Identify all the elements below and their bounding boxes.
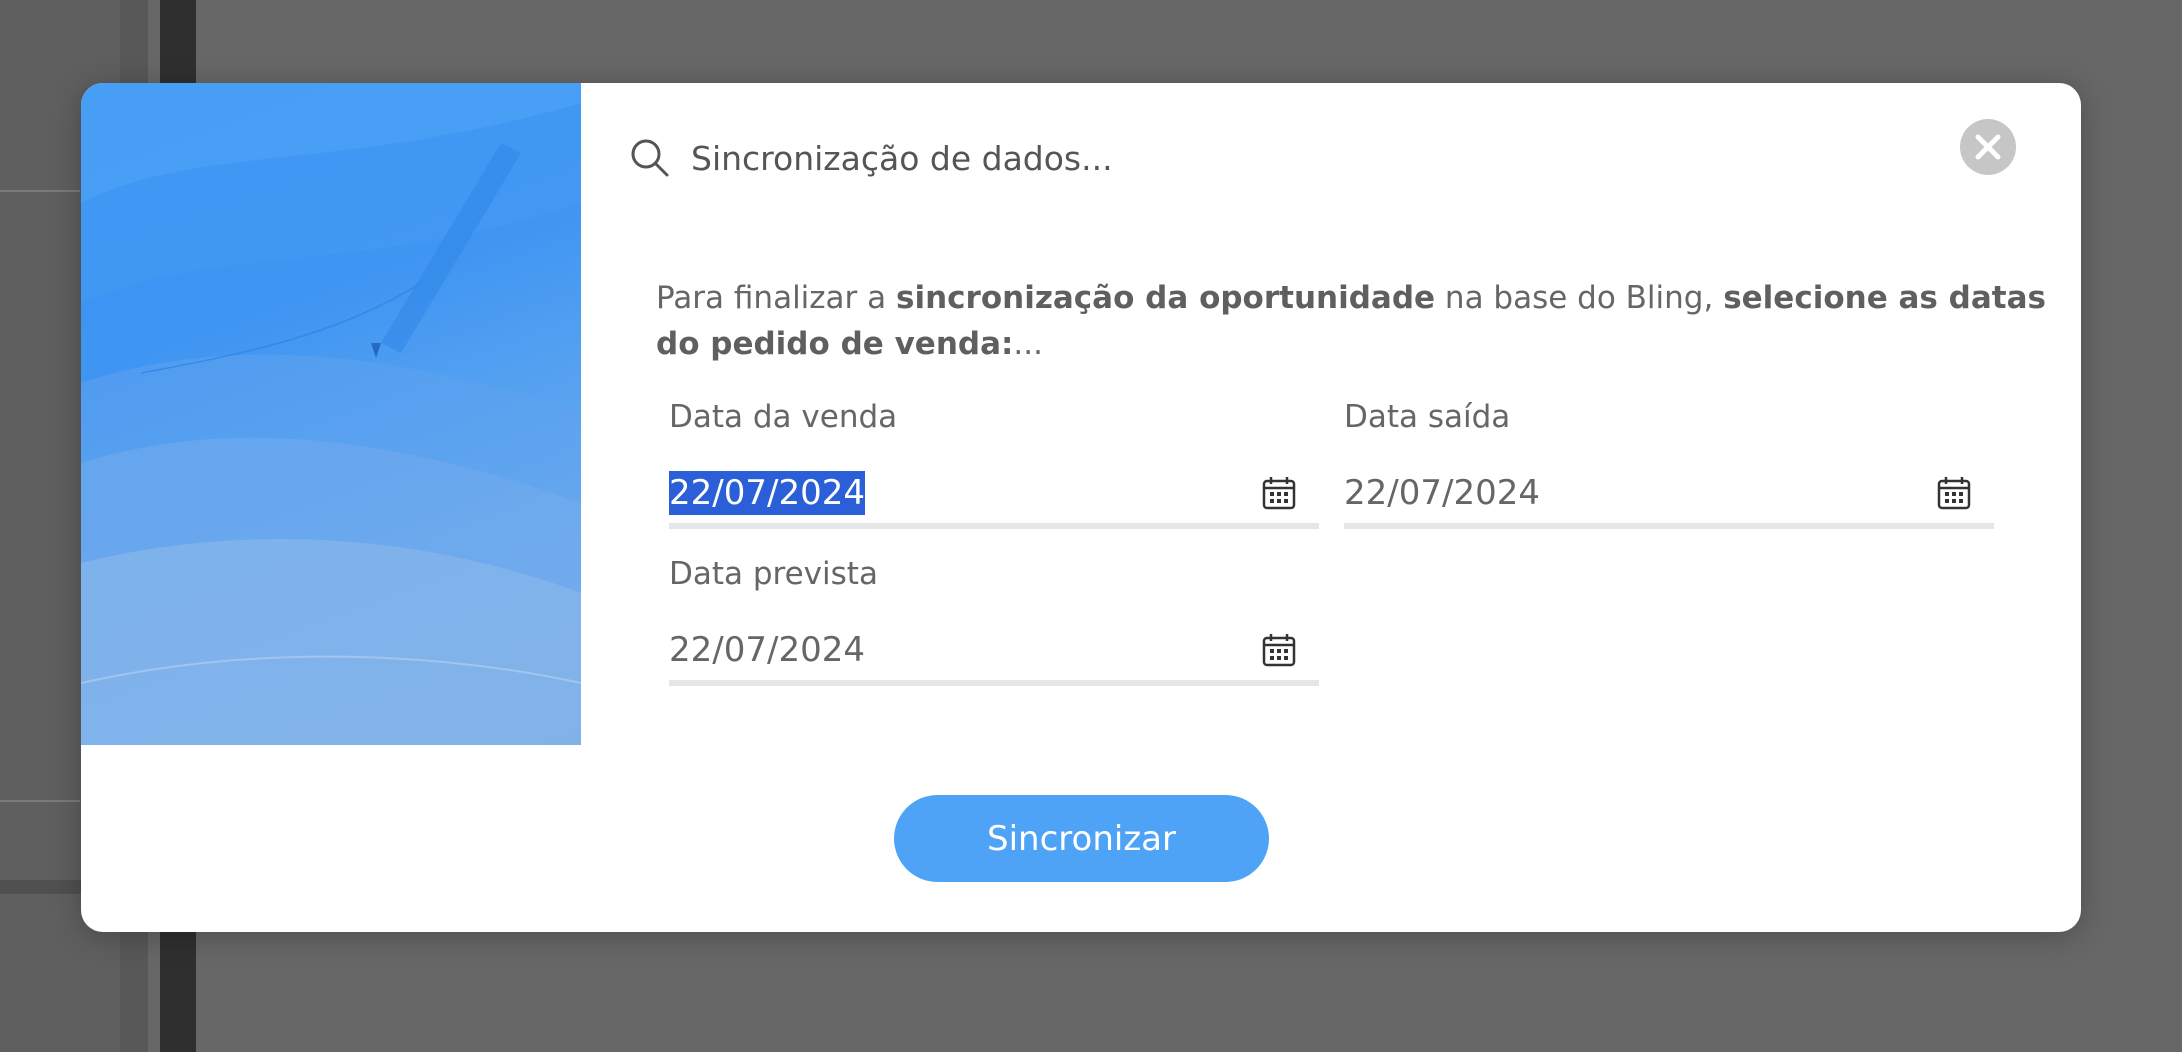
calendar-icon[interactable] — [1936, 475, 1972, 511]
data-prevista-input[interactable]: 22/07/2024 — [669, 620, 1319, 686]
background-line — [0, 800, 80, 802]
hero-illustration — [81, 83, 581, 745]
search-icon — [631, 139, 669, 177]
modal-header: Sincronização de dados... — [629, 123, 1113, 193]
close-icon — [1975, 134, 2001, 160]
field-value[interactable]: 22/07/2024 — [1344, 471, 1540, 515]
calendar-icon[interactable] — [1261, 475, 1297, 511]
field-data-venda: Data da venda 22/07/2024 — [669, 395, 1319, 529]
data-venda-input[interactable]: 22/07/2024 — [669, 463, 1319, 529]
hero-image — [81, 83, 581, 745]
background-line — [0, 190, 80, 192]
field-value[interactable]: 22/07/2024 — [669, 471, 865, 515]
field-value[interactable]: 22/07/2024 — [669, 628, 865, 672]
field-label: Data da venda — [669, 399, 898, 435]
sync-modal: Sincronização de dados... Para finalizar… — [81, 83, 2081, 932]
calendar-icon[interactable] — [1261, 632, 1297, 668]
field-label: Data saída — [1344, 399, 1511, 435]
instruction-part: Para finalizar a — [656, 280, 897, 316]
field-data-saida: Data saída 22/07/2024 — [1344, 395, 1994, 529]
instruction-part: ... — [1013, 326, 1043, 362]
field-label: Data prevista — [669, 556, 878, 592]
close-button[interactable] — [1960, 119, 2016, 175]
field-data-prevista: Data prevista 22/07/2024 — [669, 552, 1319, 686]
instruction-part: na base do Bling, — [1435, 280, 1724, 316]
instruction-text: Para finalizar a sincronização da oportu… — [656, 275, 2046, 367]
sync-button[interactable]: Sincronizar — [894, 795, 1269, 882]
modal-title: Sincronização de dados... — [691, 138, 1113, 178]
instruction-bold: sincronização da oportunidade — [896, 280, 1436, 316]
data-saida-input[interactable]: 22/07/2024 — [1344, 463, 1994, 529]
